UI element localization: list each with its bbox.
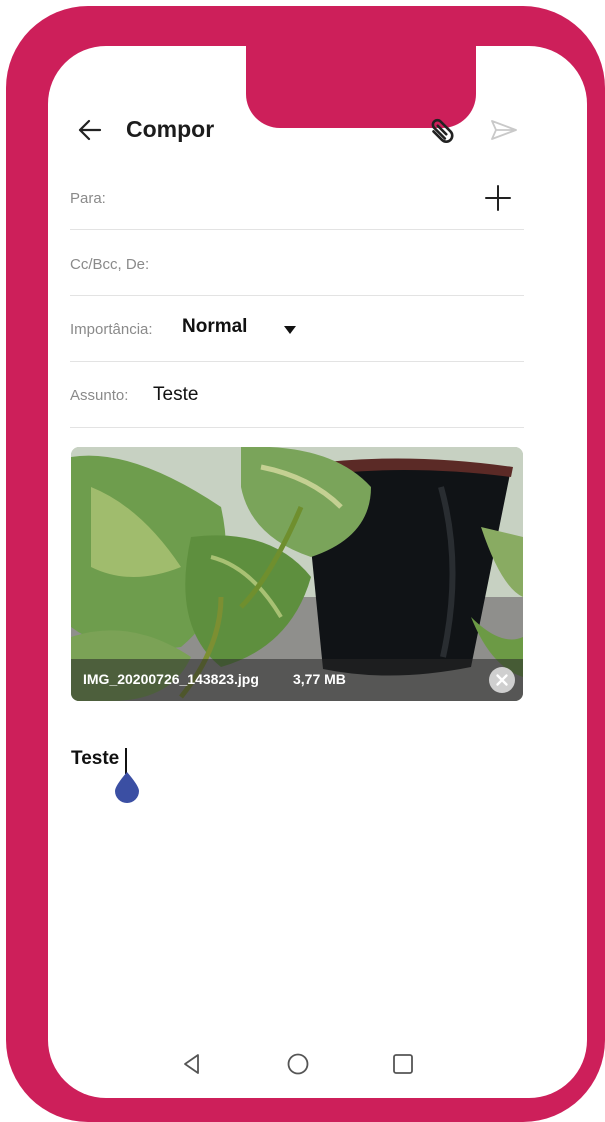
subject-value: Teste: [153, 384, 199, 405]
send-icon[interactable]: [486, 112, 522, 148]
caret-down-icon: [284, 326, 296, 334]
cc-bcc-field[interactable]: Cc/Bcc, De:: [70, 230, 524, 296]
subject-label: Assunto:: [70, 387, 129, 404]
paperclip-icon[interactable]: [424, 112, 460, 148]
page-title: Compor: [126, 116, 215, 142]
message-body[interactable]: Teste: [71, 748, 119, 770]
close-circle-icon[interactable]: [489, 667, 515, 693]
to-label: Para:: [70, 190, 106, 207]
importance-dropdown[interactable]: Normal: [182, 314, 312, 344]
importance-field: Importância: Normal: [70, 296, 524, 362]
cc-bcc-label: Cc/Bcc, De:: [70, 256, 150, 273]
attachment-file-name: IMG_20200726_143823.jpg: [83, 671, 259, 687]
to-field[interactable]: Para:: [70, 164, 524, 230]
nav-home-circle-icon[interactable]: [284, 1050, 312, 1078]
importance-value: Normal: [182, 316, 248, 337]
nav-back-triangle-icon[interactable]: [178, 1050, 206, 1078]
importance-label: Importância:: [70, 321, 153, 338]
cursor-handle-icon[interactable]: [113, 770, 141, 804]
attachment-preview[interactable]: IMG_20200726_143823.jpg 3,77 MB: [71, 447, 523, 701]
plus-icon[interactable]: [478, 178, 518, 218]
subject-field[interactable]: Assunto: Teste: [70, 362, 524, 428]
attachment-file-size: 3,77 MB: [293, 671, 346, 687]
arrow-left-icon[interactable]: [72, 112, 108, 148]
nav-recents-square-icon[interactable]: [389, 1050, 417, 1078]
attachment-info-bar: IMG_20200726_143823.jpg 3,77 MB: [71, 659, 523, 701]
